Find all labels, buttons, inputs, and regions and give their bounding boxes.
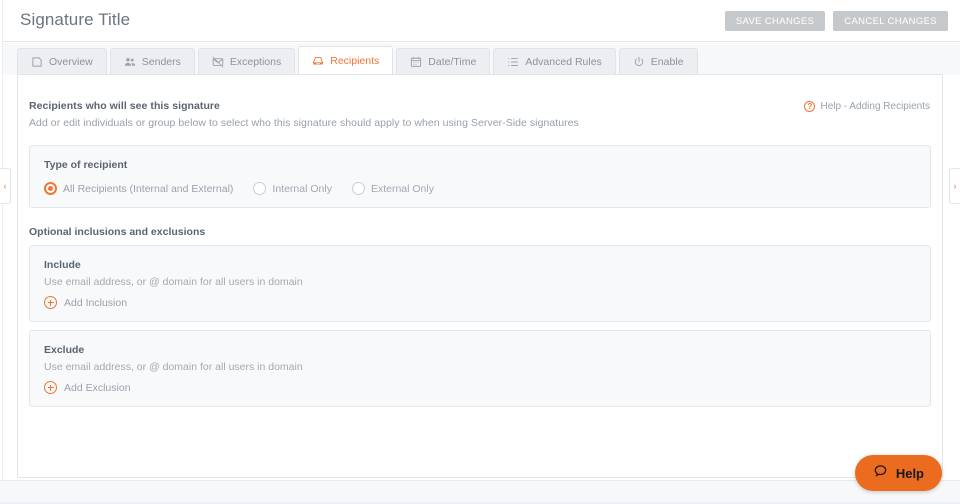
chevron-left-icon: ‹ <box>4 181 7 191</box>
exclude-hint: Use email address, or @ domain for all u… <box>44 361 303 373</box>
app-window: Signature Title SAVE CHANGES CANCEL CHAN… <box>0 0 960 504</box>
tab-label: Advanced Rules <box>525 56 601 68</box>
document-icon <box>31 56 43 68</box>
include-hint: Use email address, or @ domain for all u… <box>44 276 303 288</box>
radio-icon-selected <box>44 182 57 195</box>
section-subtitle: Add or edit individuals or group below t… <box>29 117 579 129</box>
add-inclusion-label: Add Inclusion <box>64 297 127 309</box>
tab-overview[interactable]: Overview <box>17 48 107 75</box>
save-changes-button[interactable]: SAVE CHANGES <box>725 11 825 31</box>
tab-date-time[interactable]: Date/Time <box>396 48 490 75</box>
add-exclusion-label: Add Exclusion <box>64 382 131 394</box>
include-label: Include <box>44 259 81 271</box>
add-inclusion-button[interactable]: Add Inclusion <box>44 296 127 309</box>
recipient-type-radio-group: All Recipients (Internal and External) I… <box>44 182 454 195</box>
radio-label: Internal Only <box>272 183 332 195</box>
radio-internal-only[interactable]: Internal Only <box>253 182 332 195</box>
tab-senders[interactable]: Senders <box>110 48 195 75</box>
collapse-left-panel-handle[interactable]: ‹ <box>0 168 11 204</box>
radio-icon <box>253 182 266 195</box>
no-mail-icon <box>212 56 224 68</box>
tab-label: Exceptions <box>230 56 281 68</box>
speech-bubble-icon <box>873 464 888 482</box>
question-circle-icon: ? <box>804 101 815 112</box>
tab-label: Overview <box>49 56 93 68</box>
cancel-changes-button[interactable]: CANCEL CHANGES <box>833 11 948 31</box>
chevron-right-icon: › <box>954 181 957 191</box>
exclude-card: Exclude Use email address, or @ domain f… <box>29 330 931 407</box>
radio-external-only[interactable]: External Only <box>352 182 434 195</box>
radio-icon <box>352 182 365 195</box>
tab-exceptions[interactable]: Exceptions <box>198 48 295 75</box>
inbox-icon <box>312 55 324 67</box>
tab-recipients[interactable]: Recipients <box>298 46 393 75</box>
section-header: Recipients who will see this signature A… <box>29 100 579 129</box>
list-icon <box>507 56 519 68</box>
tab-strip: Overview Senders Exceptions <box>3 43 960 75</box>
bottom-band <box>0 480 960 504</box>
help-widget-label: Help <box>896 466 924 481</box>
power-icon <box>633 56 645 68</box>
help-widget-button[interactable]: Help <box>855 455 942 491</box>
radio-label: External Only <box>371 183 434 195</box>
radio-all-recipients[interactable]: All Recipients (Internal and External) <box>44 182 233 195</box>
tab-enable[interactable]: Enable <box>619 48 698 75</box>
exclude-label: Exclude <box>44 344 84 356</box>
include-card: Include Use email address, or @ domain f… <box>29 245 931 322</box>
collapse-right-panel-handle[interactable]: › <box>949 168 960 204</box>
tab-label: Date/Time <box>428 56 476 68</box>
help-link-label: Help - Adding Recipients <box>820 101 930 112</box>
header-actions: SAVE CHANGES CANCEL CHANGES <box>725 11 948 31</box>
help-adding-recipients-link[interactable]: ? Help - Adding Recipients <box>804 101 930 112</box>
plus-circle-icon <box>44 296 57 309</box>
tab-advanced-rules[interactable]: Advanced Rules <box>493 48 615 75</box>
type-of-recipient-label: Type of recipient <box>44 159 127 171</box>
optional-inclusions-heading: Optional inclusions and exclusions <box>29 226 205 238</box>
tab-label: Senders <box>142 56 181 68</box>
title-bar: Signature Title SAVE CHANGES CANCEL CHAN… <box>3 0 960 42</box>
tab-label: Recipients <box>330 55 379 67</box>
type-of-recipient-card: Type of recipient All Recipients (Intern… <box>29 145 931 208</box>
calendar-icon <box>410 56 422 68</box>
tab-label: Enable <box>651 56 684 68</box>
users-icon <box>124 56 136 68</box>
page-title: Signature Title <box>20 10 130 30</box>
radio-label: All Recipients (Internal and External) <box>63 183 233 195</box>
add-exclusion-button[interactable]: Add Exclusion <box>44 381 131 394</box>
content-panel: Recipients who will see this signature A… <box>17 74 943 478</box>
section-title: Recipients who will see this signature <box>29 100 579 112</box>
plus-circle-icon <box>44 381 57 394</box>
